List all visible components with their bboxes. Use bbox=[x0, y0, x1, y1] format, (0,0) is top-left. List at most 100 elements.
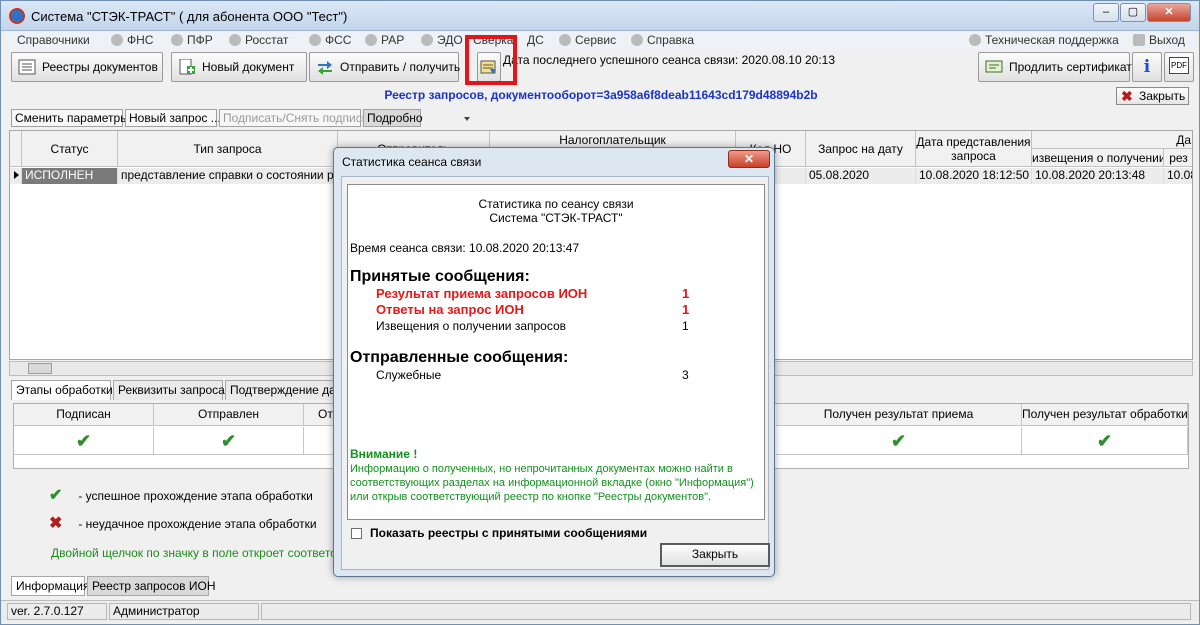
dialog-close-icon[interactable]: ✕ bbox=[728, 150, 770, 168]
new-document-icon bbox=[179, 59, 195, 75]
menu-service[interactable]: Сервис bbox=[559, 33, 616, 47]
new-document-button[interactable]: Новый документ bbox=[171, 52, 307, 82]
stage-process-result-header: Получен результат обработки bbox=[1022, 404, 1188, 426]
warning-line: соответствующих разделах на информационн… bbox=[350, 477, 754, 489]
menu-pfr[interactable]: ПФР bbox=[171, 33, 213, 47]
version-label: ver. 2.7.0.127 bbox=[7, 603, 107, 620]
menu-bar: Справочники ФНС ПФР Росстат ФСС РАР ЭДО … bbox=[7, 32, 1195, 50]
received-item-label: Ответы на запрос ИОН bbox=[376, 302, 524, 317]
tab-ion-registry[interactable]: Реестр запросов ИОН bbox=[87, 576, 216, 596]
sent-item-label: Служебные bbox=[376, 368, 442, 382]
last-session-date: Дата последнего успешного сеанса связи: … bbox=[503, 53, 836, 67]
table-cell-request-type[interactable]: представление справки о состоянии рас... bbox=[118, 168, 338, 184]
show-registries-label[interactable]: Показать реестры с принятыми сообщениями bbox=[370, 526, 647, 540]
col-submission-date[interactable]: Дата представления запроса bbox=[916, 131, 1032, 167]
sent-item-count: 3 bbox=[682, 368, 689, 382]
status-message bbox=[261, 603, 1191, 620]
certificate-icon bbox=[985, 60, 1003, 73]
menu-exit[interactable]: Выход bbox=[1133, 33, 1185, 47]
menu-help[interactable]: Справка bbox=[631, 33, 694, 47]
tab-date-confirmation[interactable]: Подтверждение даты bbox=[225, 380, 335, 400]
tab-information[interactable]: Информация bbox=[11, 576, 89, 596]
title-bar: Система "СТЭК-ТРАСТ" ( для абонента ООО … bbox=[1, 1, 1199, 31]
help-icon bbox=[631, 34, 643, 46]
menu-edo[interactable]: ЭДО bbox=[421, 33, 463, 47]
report-heading: Статистика по сеансу связи bbox=[478, 197, 634, 211]
new-request-button[interactable]: Новый запрос ... bbox=[125, 109, 221, 127]
col-receipt-notice[interactable]: извещения о получении bbox=[1032, 149, 1164, 167]
registries-button[interactable]: Реестры документов bbox=[11, 52, 163, 82]
menu-rar[interactable]: РАР bbox=[365, 33, 404, 47]
received-item-count: 1 bbox=[682, 302, 690, 317]
table-cell-status[interactable]: ИСПОЛНЕН bbox=[22, 168, 118, 184]
send-receive-button[interactable]: Отправить / получить bbox=[309, 52, 460, 82]
highlight-frame bbox=[465, 35, 517, 85]
session-time: Время сеанса связи: 10.08.2020 20:13:47 bbox=[350, 241, 580, 255]
support-icon bbox=[969, 34, 981, 46]
dialog-title: Статистика сеанса связи bbox=[342, 155, 482, 169]
window-close-button[interactable]: ✕ bbox=[1147, 3, 1191, 22]
check-icon: ✔ bbox=[890, 431, 907, 451]
pdf-button[interactable]: PDF bbox=[1164, 52, 1194, 82]
table-cell-result[interactable]: 10.08 bbox=[1164, 168, 1192, 184]
table-cell-submitted[interactable]: 10.08.2020 18:12:50 bbox=[916, 168, 1032, 184]
col-result[interactable]: рез bbox=[1164, 149, 1192, 167]
legend-success: ✔ - успешное прохождение этапа обработки bbox=[49, 485, 313, 505]
menu-fss-label: ФСС bbox=[325, 33, 352, 47]
info-button[interactable]: i bbox=[1132, 52, 1162, 82]
table-cell-receipt-notice[interactable]: 10.08.2020 20:13:48 bbox=[1032, 168, 1164, 184]
stage-process-result-cell[interactable]: ✔ bbox=[1022, 427, 1188, 455]
double-click-hint: Двойной щелчок по значку в поле откроет … bbox=[51, 546, 333, 560]
session-stats-dialog: Статистика сеанса связи ✕ Статистика по … bbox=[333, 147, 775, 577]
stage-accept-result-cell[interactable]: ✔ bbox=[776, 427, 1022, 455]
status-bar: ver. 2.7.0.127 Администратор bbox=[1, 600, 1199, 621]
dropdown-arrow-icon[interactable] bbox=[463, 103, 471, 133]
registry-title: Реестр запросов, документооборот=3a958a6… bbox=[384, 88, 818, 102]
stage-accept-result-header: Получен результат приема bbox=[776, 404, 1022, 426]
show-registries-checkbox[interactable] bbox=[351, 528, 362, 539]
received-item-label: Извещения о получении запросов bbox=[376, 319, 567, 333]
sent-title: Отправленные сообщения: bbox=[350, 349, 569, 366]
registry-close-button[interactable]: ✖ Закрыть bbox=[1116, 87, 1189, 105]
info-icon: i bbox=[1143, 57, 1151, 77]
maximize-button[interactable]: ▢ bbox=[1120, 3, 1146, 22]
user-label: Администратор bbox=[109, 603, 259, 620]
received-item-count: 1 bbox=[682, 286, 690, 301]
menu-references[interactable]: Справочники bbox=[17, 33, 90, 47]
new-document-label: Новый документ bbox=[202, 60, 295, 74]
registries-label: Реестры документов bbox=[42, 60, 158, 74]
warning-line: или открыв соответствующий реестр по кно… bbox=[350, 491, 712, 503]
col-request-type[interactable]: Тип запроса bbox=[118, 131, 338, 167]
rar-icon bbox=[365, 34, 377, 46]
table-cell-request-date[interactable]: 05.08.2020 bbox=[806, 168, 916, 184]
menu-edo-label: ЭДО bbox=[437, 33, 463, 47]
renew-certificate-label: Продлить сертификат bbox=[1009, 60, 1132, 74]
menu-pfr-label: ПФР bbox=[187, 33, 213, 47]
menu-fns[interactable]: ФНС bbox=[111, 33, 153, 47]
renew-certificate-button[interactable]: Продлить сертификат bbox=[978, 52, 1132, 82]
pdf-icon: PDF bbox=[1169, 57, 1189, 74]
change-params-button[interactable]: Сменить параметры bbox=[11, 109, 129, 127]
tab-request-details[interactable]: Реквизиты запроса bbox=[113, 380, 225, 400]
menu-fss[interactable]: ФСС bbox=[309, 33, 351, 47]
stage-sent-header: Отправлен bbox=[154, 404, 304, 426]
dialog-close-button[interactable]: Закрыть bbox=[660, 543, 770, 567]
stage-sent-cell[interactable]: ✔ bbox=[154, 427, 304, 455]
minimize-button[interactable]: – bbox=[1093, 3, 1119, 22]
check-icon: ✔ bbox=[220, 431, 237, 451]
col-request-date[interactable]: Запрос на дату bbox=[806, 131, 916, 167]
scrollbar-thumb[interactable] bbox=[28, 363, 52, 374]
registry-header: Реестр запросов, документооборот=3a958a6… bbox=[7, 87, 1195, 105]
col-status[interactable]: Статус bbox=[22, 131, 118, 167]
fss-icon bbox=[309, 34, 321, 46]
menu-ds[interactable]: ДС bbox=[527, 33, 544, 47]
menu-rosstat[interactable]: Росстат bbox=[229, 33, 288, 47]
stage-signed-header: Подписан bbox=[14, 404, 154, 426]
details-toggle[interactable]: Подробно bbox=[363, 109, 423, 127]
stage-signed-cell[interactable]: ✔ bbox=[14, 427, 154, 455]
tab-processing-stages[interactable]: Этапы обработки bbox=[11, 380, 113, 400]
col-submission-date-line2: запроса bbox=[951, 149, 996, 163]
received-item-count: 1 bbox=[682, 319, 689, 333]
sign-button[interactable]: Подписать/Снять подпись bbox=[219, 109, 368, 127]
menu-support[interactable]: Техническая поддержка bbox=[969, 33, 1119, 47]
